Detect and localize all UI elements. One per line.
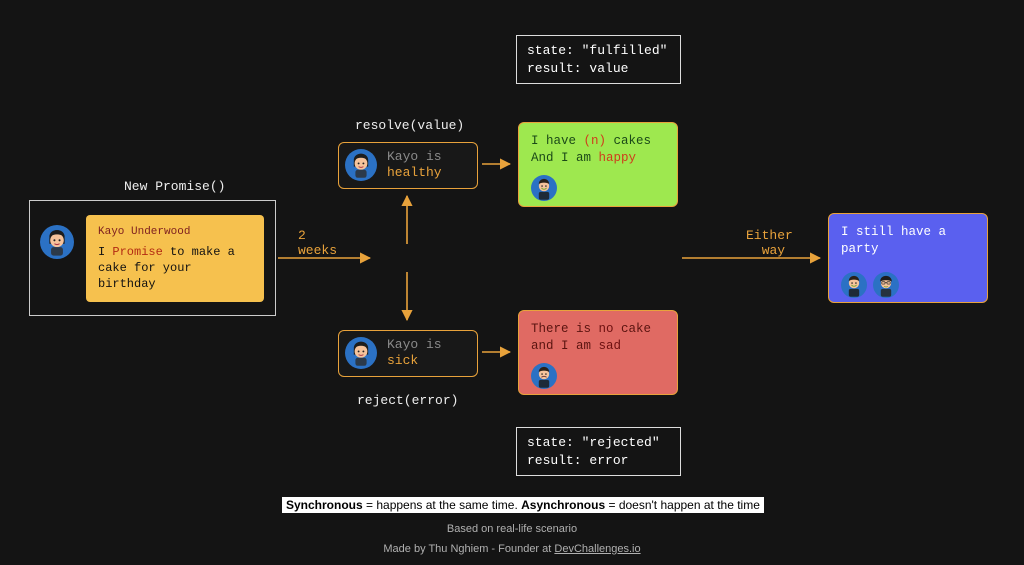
footer-credit-prefix: Made by Thu Nghiem - Founder at [383,543,554,555]
new-promise-box: Kayo Underwood I Promise to make a cake … [29,200,276,316]
footer-sync-text: = happens at the same time. [363,498,521,512]
reject-l1a: There is [531,322,599,336]
status-sick-text: Kayo is sick [387,337,442,370]
resolve-l1b: cakes [606,134,651,148]
final-card: I still have a party [828,213,988,303]
label-new-promise: New Promise() [124,179,225,194]
reject-l1b: cake [614,322,652,336]
reject-result-card: There is no cake and I am sad [518,310,678,395]
footer-async-label: Asynchronous [521,498,605,512]
label-two-weeks: 2 weeks [298,229,337,259]
state-rejected-l2: result: error [527,452,670,470]
promise-author: Kayo Underwood [98,225,252,240]
reject-line2: and I am sad [531,338,665,355]
label-two-weeks-l2: weeks [298,243,337,258]
footer-credit: Made by Thu Nghiem - Founder at DevChall… [0,543,1024,555]
footer-credit-link[interactable]: DevChallenges.io [554,543,640,555]
status-healthy-text: Kayo is healthy [387,149,442,182]
status-sick-prefix: Kayo is [387,337,442,352]
status-sick-box: Kayo is sick [338,330,478,377]
promise-hl: Promise [112,245,162,259]
status-healthy-box: Kayo is healthy [338,142,478,189]
state-fulfilled-l1: state: "fulfilled" [527,42,670,60]
state-rejected-l1: state: "rejected" [527,434,670,452]
resolve-l1a: I have [531,134,584,148]
footer-based: Based on real-life scenario [0,523,1024,535]
status-sick-value: sick [387,353,418,368]
resolve-l1hl: (n) [584,134,607,148]
status-healthy-prefix: Kayo is [387,149,442,164]
label-either-way: Either way [746,229,793,259]
diagram-canvas: New Promise() resolve(value) reject(erro… [0,0,1024,565]
avatar-kayo-healthy [345,149,377,181]
avatar-kayo-promise [40,225,74,259]
footer-definition: Synchronous = happens at the same time. … [282,497,764,513]
promise-card: Kayo Underwood I Promise to make a cake … [86,215,264,302]
final-line: I still have a party [841,224,975,258]
label-either-way-l1: Either [746,228,793,243]
footer-sync-label: Synchronous [286,498,363,512]
reject-line1: There is no cake [531,321,665,338]
promise-t1: I [98,245,112,259]
label-either-way-l2: way [762,243,785,258]
avatar-man-final [841,272,867,298]
resolve-line1: I have (n) cakes [531,133,665,150]
reject-l2hl: sad [599,339,622,353]
resolve-l2hl: happy [599,151,637,165]
avatar-friend-final [873,272,899,298]
footer-async-text: = doesn't happen at the time [605,498,760,512]
avatar-man-happy [531,175,557,201]
reject-l2a: and I am [531,339,599,353]
resolve-l2a: And I am [531,151,599,165]
label-reject: reject(error) [357,393,458,408]
state-fulfilled-box: state: "fulfilled" result: value [516,35,681,84]
reject-l1hl: no [599,322,614,336]
avatar-kayo-sick [345,337,377,369]
promise-text: I Promise to make a cake for your birthd… [98,245,235,291]
label-resolve: resolve(value) [355,118,464,133]
state-fulfilled-l2: result: value [527,60,670,78]
label-two-weeks-l1: 2 [298,228,306,243]
status-healthy-value: healthy [387,165,442,180]
resolve-line2: And I am happy [531,150,665,167]
resolve-result-card: I have (n) cakes And I am happy [518,122,678,207]
avatar-man-sad [531,363,557,389]
state-rejected-box: state: "rejected" result: error [516,427,681,476]
